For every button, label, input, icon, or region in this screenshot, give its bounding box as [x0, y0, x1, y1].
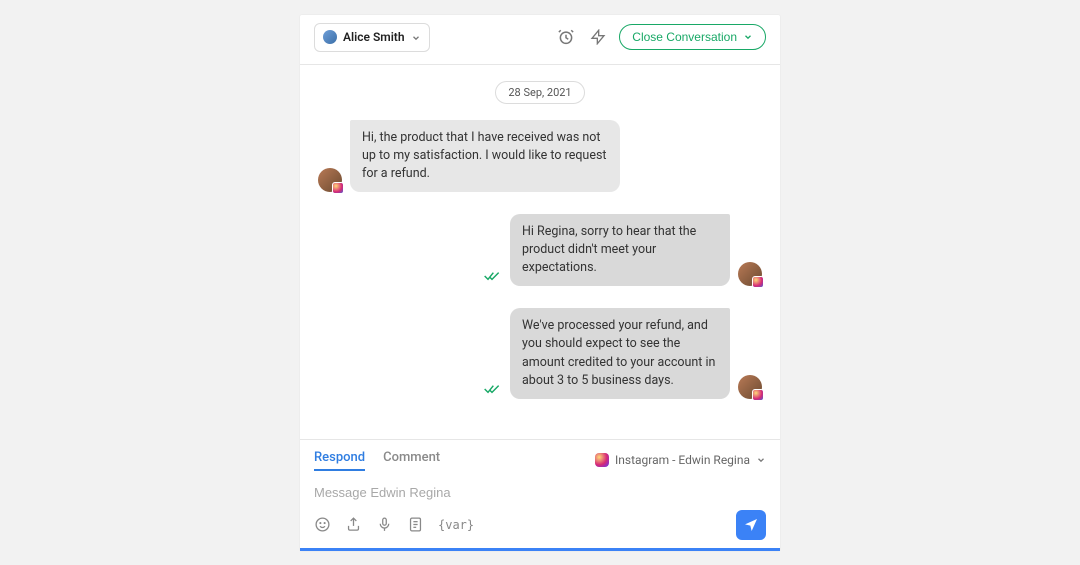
- chat-window: Alice Smith Close Conversation 28 Sep, 2…: [300, 15, 780, 551]
- message-row: We've processed your refund, and you sho…: [318, 308, 762, 399]
- agent-avatar: [738, 375, 762, 399]
- emoji-icon[interactable]: [314, 516, 331, 533]
- header-actions: Close Conversation: [555, 24, 766, 50]
- composer: Respond Comment Instagram - Edwin Regina: [300, 439, 780, 551]
- upload-icon[interactable]: [345, 516, 362, 533]
- assignee-selector[interactable]: Alice Smith: [314, 23, 430, 52]
- message-row: Hi, the product that I have received was…: [318, 120, 762, 192]
- chevron-down-icon: [756, 455, 766, 465]
- composer-tools: {var}: [314, 516, 474, 533]
- message-bubble: We've processed your refund, and you sho…: [510, 308, 730, 399]
- message-bubble: Hi, the product that I have received was…: [350, 120, 620, 192]
- variable-icon[interactable]: {var}: [438, 516, 474, 533]
- read-receipt-icon: [484, 267, 500, 286]
- message-input[interactable]: [314, 479, 766, 510]
- close-conversation-button[interactable]: Close Conversation: [619, 24, 766, 50]
- message-bubble: Hi Regina, sorry to hear that the produc…: [510, 214, 730, 286]
- composer-top: Respond Comment Instagram - Edwin Regina: [314, 450, 766, 471]
- assignee-avatar-icon: [323, 30, 337, 44]
- send-icon: [743, 517, 759, 533]
- contact-avatar: [318, 168, 342, 192]
- instagram-icon: [595, 453, 609, 467]
- automation-button[interactable]: [587, 26, 609, 48]
- agent-avatar: [738, 262, 762, 286]
- channel-selector[interactable]: Instagram - Edwin Regina: [595, 453, 766, 467]
- date-separator: 28 Sep, 2021: [495, 81, 584, 104]
- composer-bottom: {var}: [314, 510, 766, 540]
- chat-header: Alice Smith Close Conversation: [300, 15, 780, 65]
- tab-comment[interactable]: Comment: [383, 450, 440, 471]
- read-receipt-icon: [484, 380, 500, 399]
- microphone-icon[interactable]: [376, 516, 393, 533]
- composer-tabs: Respond Comment: [314, 450, 440, 471]
- channel-label: Instagram - Edwin Regina: [615, 453, 750, 467]
- assignee-name: Alice Smith: [343, 30, 405, 44]
- chat-body[interactable]: 28 Sep, 2021 Hi, the product that I have…: [300, 65, 780, 439]
- chevron-down-icon: [743, 32, 753, 42]
- send-button[interactable]: [736, 510, 766, 540]
- snooze-button[interactable]: [555, 26, 577, 48]
- tab-respond[interactable]: Respond: [314, 450, 365, 471]
- message-row: Hi Regina, sorry to hear that the produc…: [318, 214, 762, 286]
- close-conversation-label: Close Conversation: [632, 30, 737, 44]
- snippet-icon[interactable]: [407, 516, 424, 533]
- chevron-down-icon: [411, 28, 421, 47]
